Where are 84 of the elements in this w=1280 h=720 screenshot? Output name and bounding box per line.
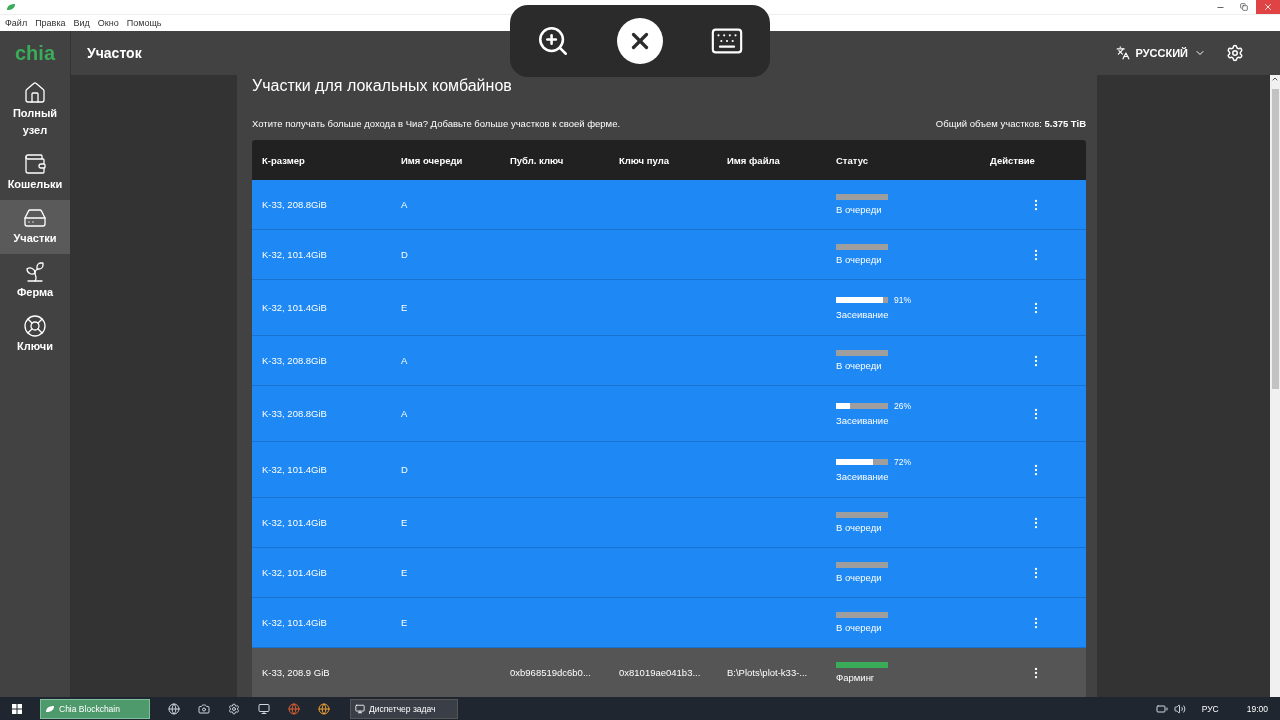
clock[interactable]: 19:00 xyxy=(1246,703,1268,714)
taskbar-app[interactable]: Диспетчер задач xyxy=(350,698,458,719)
table-cell-text: B:\Plots\plot-k33-... xyxy=(727,667,809,678)
table-cell-text: A xyxy=(401,355,409,366)
progress-bar xyxy=(836,403,888,409)
language-selector[interactable]: РУССКИЙ xyxy=(1109,45,1212,61)
globe-icon[interactable] xyxy=(288,702,300,715)
leaf-icon xyxy=(6,3,16,11)
progress-percent: 26% xyxy=(894,401,911,411)
column-header: Действие xyxy=(990,154,1036,166)
progress-percent: 91% xyxy=(894,295,911,305)
lifebuoy-icon xyxy=(23,314,47,338)
monitor-icon xyxy=(355,703,365,714)
table-cell-text: D xyxy=(401,464,409,475)
table-cell-text: K-32, 101.4GiB xyxy=(262,517,328,528)
disconnect-button[interactable] xyxy=(617,18,663,64)
sprout-icon xyxy=(23,260,47,284)
drive-icon xyxy=(23,206,47,230)
sidebar-item[interactable]: Полный узел xyxy=(0,75,70,146)
sidebar-item[interactable]: Ферма xyxy=(0,254,70,308)
status-label: Засеивание xyxy=(836,415,890,426)
table-cell-text: D xyxy=(401,249,409,260)
close-button[interactable] xyxy=(1256,0,1280,14)
menu-item[interactable]: Помощь xyxy=(126,18,162,28)
table-cell-text: A xyxy=(401,408,409,419)
restore-icon xyxy=(1240,3,1248,11)
status-label: В очереди xyxy=(836,522,883,533)
table-cell-text: K-32, 101.4GiB xyxy=(262,617,328,628)
status-label: Засеивание xyxy=(836,309,890,320)
wallet-icon xyxy=(23,152,47,176)
monitor-icon[interactable] xyxy=(258,702,270,715)
scroll-up-icon[interactable] xyxy=(1271,75,1279,83)
column-header: Публ. ключ xyxy=(510,154,565,166)
section-title: Участки для локальных комбайнов xyxy=(252,77,513,96)
column-header: Статус xyxy=(836,154,870,166)
status-label: Фарминг xyxy=(836,672,876,683)
leaf-icon xyxy=(45,704,55,713)
progress-bar xyxy=(836,459,888,465)
column-header: Имя очереди xyxy=(401,154,464,166)
status-label: В очереди xyxy=(836,204,883,215)
page-title: Участок xyxy=(87,45,143,61)
status-label: В очереди xyxy=(836,572,883,583)
volume-icon[interactable] xyxy=(1173,702,1186,715)
settings-icon[interactable] xyxy=(228,702,240,715)
table-cell-text: E xyxy=(401,617,409,628)
status-label: Засеивание xyxy=(836,471,890,482)
table-cell-text: A xyxy=(401,199,409,210)
table-cell-text: 0x81019ae041b3... xyxy=(619,667,702,678)
table-cell-text: K-33, 208.8GiB xyxy=(262,199,328,210)
close-icon xyxy=(1263,2,1273,12)
translate-icon xyxy=(1115,46,1130,60)
camera-icon[interactable] xyxy=(198,702,210,715)
hint-text: Хотите получать больше дохода в Чиа? Добавьте больше участков к своей ферме. xyxy=(252,118,621,129)
globe-icon[interactable] xyxy=(318,702,330,715)
table-cell-text: K-32, 101.4GiB xyxy=(262,302,328,313)
menu-item[interactable]: Правка xyxy=(35,18,66,28)
table-cell-text: E xyxy=(401,567,409,578)
table-cell-text: K-33, 208.8GiB xyxy=(262,355,328,366)
menu-item[interactable]: Окно xyxy=(97,18,119,28)
table-cell-text: K-33, 208.9 GiB xyxy=(262,667,331,678)
column-header: К-размер xyxy=(262,154,306,166)
progress-percent: 72% xyxy=(894,457,911,467)
scrollbar[interactable] xyxy=(1270,75,1280,697)
table-cell-text: K-32, 101.4GiB xyxy=(262,249,328,260)
table-cell-text: E xyxy=(401,517,409,528)
table-cell-text: E xyxy=(401,302,409,313)
column-header: Ключ пула xyxy=(619,154,670,166)
sidebar-item[interactable]: Участки xyxy=(0,200,70,254)
keyboard-language[interactable]: РУС xyxy=(1201,703,1219,714)
status-label: В очереди xyxy=(836,360,883,371)
menu-item[interactable]: Файл xyxy=(5,18,28,28)
progress-bar xyxy=(836,297,888,303)
status-label: В очереди xyxy=(836,254,883,265)
status-label: В очереди xyxy=(836,622,883,633)
menu-item[interactable]: Вид xyxy=(73,18,90,28)
table-cell-text: K-33, 208.8GiB xyxy=(262,408,328,419)
sidebar-item[interactable]: Ключи xyxy=(0,308,70,362)
table-cell-text: K-32, 101.4GiB xyxy=(262,464,328,475)
table-cell-text: K-32, 101.4GiB xyxy=(262,567,328,578)
total-size: Общий объем участков: 5.375 TiB xyxy=(935,118,1086,129)
sidebar-item[interactable]: Кошельки xyxy=(0,146,70,200)
house-icon xyxy=(23,81,47,105)
column-header: Имя файла xyxy=(727,154,781,166)
table-cell-text: 0xb968519dc6b0... xyxy=(510,667,592,678)
